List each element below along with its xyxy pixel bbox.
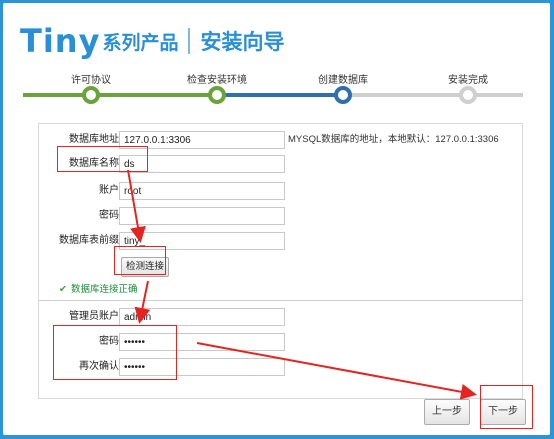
brand-guide-title: 安装向导 bbox=[200, 30, 285, 54]
admin-password-input[interactable]: •••••• bbox=[119, 333, 285, 351]
db-password-label: 密码 bbox=[99, 210, 119, 221]
db-prefix-label: 数据库表前缀 bbox=[59, 235, 119, 246]
step-node-create-db bbox=[334, 86, 352, 104]
step-node-env-check bbox=[208, 86, 226, 104]
admin-account-label: 管理员账户 bbox=[69, 311, 119, 322]
db-host-input[interactable]: 127.0.0.1:3306 bbox=[119, 131, 285, 149]
db-user-input[interactable]: root bbox=[119, 182, 285, 200]
db-user-label: 账户 bbox=[99, 185, 119, 196]
brand-tiny: Tiny bbox=[20, 22, 101, 60]
test-connection-button[interactable]: 检测连接 bbox=[121, 257, 169, 277]
admin-confirm-input[interactable]: •••••• bbox=[119, 358, 285, 376]
database-form-panel: 数据库地址 127.0.0.1:3306 MYSQL数据库的地址，本地默认：12… bbox=[38, 123, 523, 399]
step-label-finish: 安装完成 bbox=[448, 75, 488, 86]
step-label-env-check: 检查安装环境 bbox=[187, 75, 247, 86]
brand-divider bbox=[188, 28, 191, 54]
db-name-label: 数据库名称 bbox=[69, 158, 119, 169]
admin-account-input[interactable]: admin bbox=[119, 308, 285, 326]
step-node-license bbox=[82, 86, 100, 104]
step-label-license: 许可协议 bbox=[71, 75, 111, 86]
step-node-finish bbox=[459, 86, 477, 104]
connection-status: ✔ 数据库连接正确 bbox=[59, 283, 137, 297]
admin-confirm-label: 再次确认 bbox=[79, 361, 119, 372]
db-password-input[interactable] bbox=[119, 207, 285, 225]
progress-steps: 许可协议 检查安装环境 创建数据库 安装完成 bbox=[3, 63, 554, 113]
prev-step-button[interactable]: 上一步 bbox=[424, 399, 470, 425]
db-host-hint: MYSQL数据库的地址，本地默认：127.0.0.1:3306 bbox=[288, 134, 499, 145]
brand-series: 系列产品 bbox=[102, 31, 179, 54]
check-icon: ✔ bbox=[59, 284, 67, 295]
db-name-input[interactable]: ds bbox=[119, 155, 285, 173]
track-current bbox=[217, 93, 343, 97]
connection-status-text: 数据库连接正确 bbox=[70, 284, 138, 295]
admin-password-label: 密码 bbox=[99, 336, 119, 347]
step-label-create-db: 创建数据库 bbox=[318, 75, 368, 86]
section-divider bbox=[39, 300, 522, 301]
track-pending bbox=[343, 93, 523, 97]
track-done bbox=[23, 93, 217, 97]
db-host-label: 数据库地址 bbox=[69, 134, 119, 145]
installer-window: Tiny 系列产品 安装向导 许可协议 检查安装环境 创建数据库 安装完成 数据… bbox=[3, 3, 550, 435]
brand-logo: Tiny 系列产品 安装向导 bbox=[20, 18, 284, 64]
db-prefix-input[interactable]: tiny_ bbox=[119, 232, 285, 250]
next-step-button[interactable]: 下一步 bbox=[480, 399, 526, 425]
